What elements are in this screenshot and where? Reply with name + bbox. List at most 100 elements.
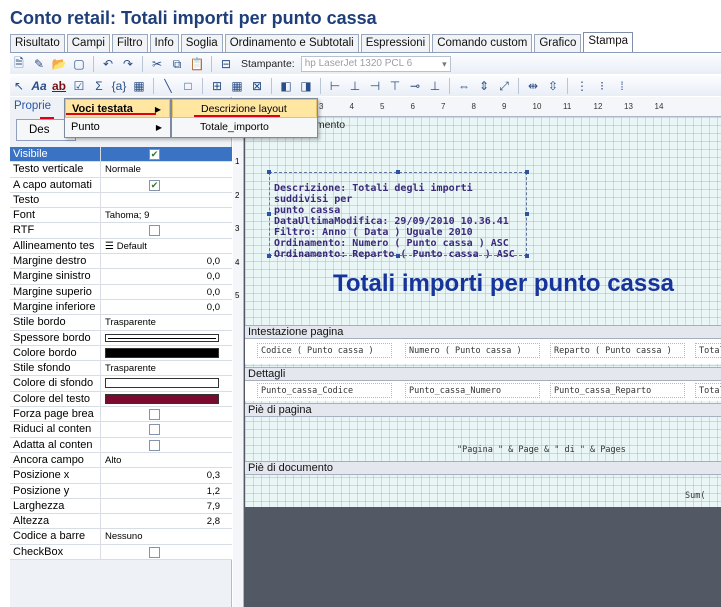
menu-item-punto[interactable]: Punto ▶ xyxy=(65,118,170,137)
redo-icon[interactable]: ↷ xyxy=(119,55,137,73)
menu-item-voci-testata[interactable]: Voci testata ▶ xyxy=(65,99,170,118)
sum-icon[interactable]: Σ xyxy=(90,77,108,95)
detail-field[interactable]: Punto_cassa_Reparto xyxy=(550,383,685,398)
property-value[interactable]: ✔ xyxy=(101,147,232,161)
v-spacing-icon[interactable]: ⇳ xyxy=(544,77,562,95)
property-value[interactable]: 0,3 xyxy=(101,468,232,482)
property-value[interactable]: ☰ Default xyxy=(101,239,232,253)
property-row[interactable]: Riduci al conten xyxy=(10,422,232,438)
print-preview-icon[interactable]: 🗎 xyxy=(10,55,28,73)
align-right-icon[interactable]: ⊣ xyxy=(366,77,384,95)
edit-icon[interactable]: ✎ xyxy=(30,55,48,73)
property-value[interactable]: Normale xyxy=(101,162,232,176)
v-increase-icon[interactable]: ⁝ xyxy=(593,77,611,95)
band-doc-footer[interactable]: Piè di documento xyxy=(245,461,721,475)
page-setup-icon[interactable]: ⊟ xyxy=(217,55,235,73)
property-row[interactable]: Testo verticale Normale xyxy=(10,162,232,178)
h-spacing-icon[interactable]: ⇹ xyxy=(524,77,542,95)
new-page-icon[interactable]: ▢ xyxy=(70,55,88,73)
property-row[interactable]: Colore bordo xyxy=(10,345,232,362)
image-icon[interactable]: ▦ xyxy=(130,77,148,95)
same-width-icon[interactable]: ⇔ xyxy=(455,77,473,95)
resize-handle[interactable] xyxy=(396,254,400,258)
same-height-icon[interactable]: ⇕ xyxy=(475,77,493,95)
property-row[interactable]: Codice a barre Nessuno xyxy=(10,529,232,545)
property-value[interactable]: 0,0 xyxy=(101,269,232,283)
bring-front-icon[interactable]: ◧ xyxy=(277,77,295,95)
property-row[interactable]: Larghezza 7,9 xyxy=(10,498,232,515)
expression-icon[interactable]: {a} xyxy=(110,77,128,95)
line-icon[interactable]: ╲ xyxy=(159,77,177,95)
sum-field[interactable]: Sum( xyxy=(685,491,721,501)
tab-espressioni[interactable]: Espressioni xyxy=(360,34,431,52)
detail-field[interactable]: Punto_cassa_Codice xyxy=(257,383,392,398)
property-row[interactable]: Posizione x 0,3 xyxy=(10,468,232,484)
property-row[interactable]: Posizione y 1,2 xyxy=(10,483,232,499)
same-size-icon[interactable]: ⤢ xyxy=(495,77,513,95)
header-field[interactable]: Reparto ( Punto cassa ) xyxy=(550,343,685,358)
band-details[interactable]: Dettagli xyxy=(245,367,721,381)
resize-handle[interactable] xyxy=(267,212,271,216)
property-value[interactable] xyxy=(101,545,232,559)
property-value[interactable]: 1,2 xyxy=(101,484,232,498)
property-value[interactable]: 0,0 xyxy=(101,254,232,268)
checkbox-field-icon[interactable]: ☑ xyxy=(70,77,88,95)
header-field[interactable]: Codice ( Punto cassa ) xyxy=(257,343,392,358)
detail-field[interactable]: Totale_ xyxy=(695,383,721,398)
align-left-icon[interactable]: ⊢ xyxy=(326,77,344,95)
property-row[interactable]: Altezza 2,8 xyxy=(10,514,232,530)
checkbox-icon[interactable] xyxy=(149,546,160,558)
pointer-icon[interactable]: ↖ xyxy=(10,77,28,95)
snap-icon[interactable]: ⊠ xyxy=(248,77,266,95)
page-number-field[interactable]: "Pagina " & Page & " di " & Pages xyxy=(457,445,657,455)
property-row[interactable]: Margine inferiore 0,0 xyxy=(10,299,232,316)
property-value[interactable]: 0,0 xyxy=(101,285,232,299)
undo-icon[interactable]: ↶ xyxy=(99,55,117,73)
property-value[interactable] xyxy=(101,392,232,406)
property-value[interactable] xyxy=(101,376,232,390)
tab-campi[interactable]: Campi xyxy=(66,34,110,52)
layout-description-field[interactable]: Descrizione: Totali degli importi suddiv… xyxy=(269,172,527,260)
property-row[interactable]: Colore di sfondo xyxy=(10,376,232,392)
property-value[interactable]: 0,0 xyxy=(101,300,232,314)
property-row[interactable]: RTF xyxy=(10,223,232,239)
send-back-icon[interactable]: ◨ xyxy=(297,77,315,95)
band-page-header[interactable]: Intestazione pagina xyxy=(245,325,721,339)
report-sheet[interactable]: ocumento Descrizione: Totali degli impor… xyxy=(245,117,721,507)
v-decrease-icon[interactable]: ⁞ xyxy=(613,77,631,95)
resize-handle[interactable] xyxy=(267,254,271,258)
checked-checkbox-icon[interactable]: ✔ xyxy=(149,179,160,191)
resize-handle[interactable] xyxy=(396,170,400,174)
property-row[interactable]: Font Tahoma; 9 xyxy=(10,208,232,224)
color-swatch[interactable] xyxy=(105,393,219,404)
v-distribute-icon[interactable]: ⋮ xyxy=(573,77,591,95)
color-swatch[interactable] xyxy=(105,378,219,389)
property-row[interactable]: Stile bordo Trasparente xyxy=(10,315,232,331)
property-value[interactable]: ✔ xyxy=(101,178,232,192)
property-row[interactable]: Testo xyxy=(10,192,232,209)
align-bottom-icon[interactable]: ⊥ xyxy=(426,77,444,95)
property-value[interactable]: 2,8 xyxy=(101,514,232,528)
property-value[interactable] xyxy=(101,346,232,360)
header-field[interactable]: Numero ( Punto cassa ) xyxy=(405,343,540,358)
property-value[interactable] xyxy=(101,422,232,436)
property-row[interactable]: Forza page brea xyxy=(10,407,232,423)
align-center-icon[interactable]: ⊥ xyxy=(346,77,364,95)
checkbox-icon[interactable] xyxy=(149,424,160,436)
property-row[interactable]: Stile sfondo Trasparente xyxy=(10,361,232,377)
band-page-footer[interactable]: Piè di pagina xyxy=(245,403,721,417)
property-row[interactable]: CheckBox xyxy=(10,544,232,561)
resize-handle[interactable] xyxy=(525,212,529,216)
property-row[interactable]: Adatta al conten xyxy=(10,437,232,453)
border-width-sample[interactable] xyxy=(105,333,219,342)
property-row[interactable]: Margine destro 0,0 xyxy=(10,254,232,270)
property-value[interactable]: Tahoma; 9 xyxy=(101,208,232,222)
property-row[interactable]: Margine superio 0,0 xyxy=(10,284,232,300)
tab-grafico[interactable]: Grafico xyxy=(534,34,582,52)
label-field-icon[interactable]: ab xyxy=(50,77,68,95)
property-value[interactable]: Alto xyxy=(101,453,232,467)
copy-icon[interactable]: ⧉ xyxy=(168,55,186,73)
property-value[interactable] xyxy=(101,438,232,452)
tab-stampa[interactable]: Stampa xyxy=(583,32,634,52)
cut-icon[interactable]: ✂ xyxy=(148,55,166,73)
